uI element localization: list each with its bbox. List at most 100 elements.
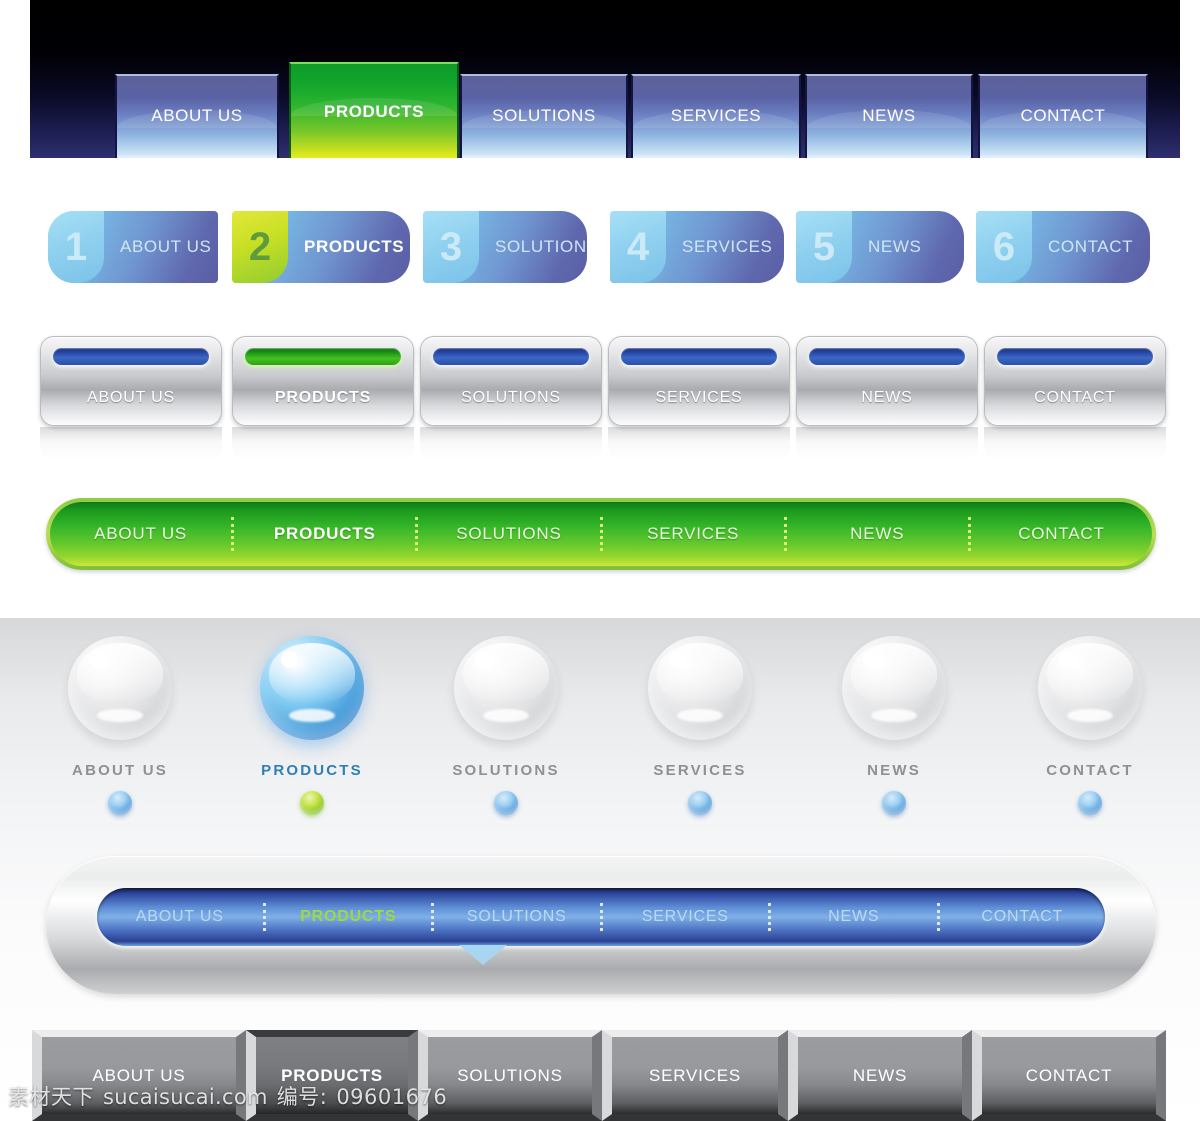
- sphere-item-products[interactable]: PRODUCTS: [232, 636, 392, 815]
- indicator-pill: [53, 348, 209, 365]
- sphere-highlight: [862, 650, 880, 668]
- green-bar-item-solutions[interactable]: SOLUTIONS: [418, 524, 599, 544]
- grey-tab-label: ABOUT US: [92, 1065, 186, 1085]
- numbered-tab-label: SERVICES: [682, 237, 773, 256]
- numbered-tab-news[interactable]: 5 NEWS: [796, 211, 964, 283]
- metallic-button-about-us[interactable]: ABOUT US: [40, 336, 222, 426]
- sphere-highlight: [668, 650, 686, 668]
- indicator-pill: [433, 348, 589, 365]
- sphere-gloss: [1047, 643, 1133, 704]
- metallic-button-label: SOLUTIONS: [461, 389, 561, 406]
- numbered-tab-label: CONTACT: [1048, 237, 1134, 256]
- sphere-icon: [1038, 636, 1142, 740]
- grey-tab-label: NEWS: [852, 1065, 908, 1085]
- metallic-button-contact[interactable]: CONTACT: [984, 336, 1166, 426]
- blue-bar-item-news[interactable]: NEWS: [771, 908, 937, 926]
- green-bar-item-products[interactable]: PRODUCTS: [234, 524, 415, 544]
- green-bar-item-news[interactable]: NEWS: [787, 524, 968, 544]
- metallic-button-services[interactable]: SERVICES: [608, 336, 790, 426]
- numbered-tab-contact[interactable]: 6 CONTACT: [976, 211, 1150, 283]
- sphere-button-row: ABOUT US PRODUCTS SOLUTIONS SERVICES NEW…: [0, 636, 1200, 836]
- blue-bar-item-about-us[interactable]: ABOUT US: [97, 908, 263, 926]
- metallic-button-wrap-solutions: SOLUTIONS: [420, 336, 602, 461]
- active-pointer-icon: [459, 945, 507, 965]
- sphere-highlight: [280, 650, 298, 668]
- number-badge: 4: [610, 211, 666, 283]
- sphere-label: SOLUTIONS: [452, 762, 560, 779]
- sphere-gloss: [77, 643, 163, 704]
- metallic-button-wrap-contact: CONTACT: [984, 336, 1166, 461]
- sphere-item-solutions[interactable]: SOLUTIONS: [426, 636, 586, 815]
- grey-tab-solutions[interactable]: SOLUTIONS: [418, 1030, 602, 1121]
- header-tab-label: SOLUTIONS: [492, 106, 596, 125]
- status-dot-icon[interactable]: [300, 791, 324, 815]
- grey-tab-news[interactable]: NEWS: [788, 1030, 972, 1121]
- sphere-gloss: [851, 643, 937, 704]
- blue-bar-item-solutions[interactable]: SOLUTIONS: [434, 908, 600, 926]
- blue-bar-item-contact[interactable]: CONTACT: [940, 908, 1106, 926]
- reflection: [796, 427, 978, 461]
- status-dot-icon[interactable]: [494, 791, 518, 815]
- dark-header-tab-bar: ABOUT US PRODUCTS SOLUTIONS SERVICES NEW…: [30, 0, 1180, 158]
- number-badge: 3: [423, 211, 479, 283]
- sphere-item-news[interactable]: NEWS: [814, 636, 974, 815]
- sphere-highlight: [1058, 650, 1076, 668]
- green-bar-item-services[interactable]: SERVICES: [603, 524, 784, 544]
- status-dot-icon[interactable]: [688, 791, 712, 815]
- blue-pill-bar: ABOUT US PRODUCTS SOLUTIONS SERVICES NEW…: [46, 856, 1156, 994]
- sphere-label: ABOUT US: [72, 762, 168, 779]
- green-bar-inner: ABOUT US PRODUCTS SOLUTIONS SERVICES NEW…: [50, 502, 1152, 566]
- sphere-bottom-glow: [871, 708, 917, 723]
- numbered-tab-services[interactable]: 4 SERVICES: [610, 211, 784, 283]
- header-tab-solutions[interactable]: SOLUTIONS: [460, 74, 628, 158]
- header-tab-label: SERVICES: [670, 106, 762, 125]
- numbered-tab-label: PRODUCTS: [304, 237, 405, 256]
- sphere-gloss: [657, 643, 743, 704]
- grey-tab-label: SOLUTIONS: [457, 1065, 563, 1085]
- numbered-tab-solutions[interactable]: 3 SOLUTIONS: [423, 211, 587, 283]
- blue-bar-item-products[interactable]: PRODUCTS: [266, 908, 432, 926]
- metallic-button-news[interactable]: NEWS: [796, 336, 978, 426]
- sphere-icon: [648, 636, 752, 740]
- header-tab-label: PRODUCTS: [323, 102, 425, 121]
- header-tab-contact[interactable]: CONTACT: [978, 74, 1148, 158]
- metallic-button-products[interactable]: PRODUCTS: [232, 336, 414, 426]
- grey-tab-products[interactable]: PRODUCTS: [246, 1030, 418, 1121]
- green-bar-item-contact[interactable]: CONTACT: [971, 524, 1152, 544]
- metallic-button-wrap-services: SERVICES: [608, 336, 790, 461]
- sphere-item-contact[interactable]: CONTACT: [1010, 636, 1170, 815]
- grey-tab-about-us[interactable]: ABOUT US: [32, 1030, 246, 1121]
- numbered-tab-products[interactable]: 2 PRODUCTS: [232, 211, 410, 283]
- status-dot-icon[interactable]: [108, 791, 132, 815]
- number-badge: 1: [48, 211, 104, 283]
- green-bar-item-about-us[interactable]: ABOUT US: [50, 524, 231, 544]
- header-tab-services[interactable]: SERVICES: [631, 74, 801, 158]
- reflection: [984, 427, 1166, 461]
- sphere-item-about-us[interactable]: ABOUT US: [40, 636, 200, 815]
- sphere-item-services[interactable]: SERVICES: [620, 636, 780, 815]
- status-dot-icon[interactable]: [1078, 791, 1102, 815]
- metallic-button-wrap-news: NEWS: [796, 336, 978, 461]
- sphere-bottom-glow: [1067, 708, 1113, 723]
- metallic-button-solutions[interactable]: SOLUTIONS: [420, 336, 602, 426]
- header-tab-news[interactable]: NEWS: [805, 74, 973, 158]
- sphere-icon: [260, 636, 364, 740]
- grey-tab-contact[interactable]: CONTACT: [972, 1030, 1166, 1121]
- header-tab-products[interactable]: PRODUCTS: [289, 62, 459, 158]
- grey-tab-label: PRODUCTS: [281, 1065, 383, 1085]
- metallic-button-wrap-about-us: ABOUT US: [40, 336, 222, 461]
- numbered-tab-bar: 1 ABOUT US 2 PRODUCTS 3 SOLUTIONS 4 SERV…: [0, 205, 1200, 291]
- bevel-grey-tab-bar: ABOUT US PRODUCTS SOLUTIONS SERVICES NEW…: [0, 1030, 1200, 1121]
- sphere-icon: [842, 636, 946, 740]
- blue-bar-item-services[interactable]: SERVICES: [603, 908, 769, 926]
- metallic-button-label: ABOUT US: [87, 389, 175, 406]
- status-dot-icon[interactable]: [882, 791, 906, 815]
- sphere-label: NEWS: [867, 762, 921, 779]
- indicator-pill: [997, 348, 1153, 365]
- grey-tab-services[interactable]: SERVICES: [602, 1030, 788, 1121]
- reflection: [40, 427, 222, 461]
- metallic-button-wrap-products: PRODUCTS: [232, 336, 414, 461]
- numbered-tab-about-us[interactable]: 1 ABOUT US: [48, 211, 218, 283]
- number-badge: 2: [232, 211, 288, 283]
- header-tab-about-us[interactable]: ABOUT US: [115, 74, 279, 158]
